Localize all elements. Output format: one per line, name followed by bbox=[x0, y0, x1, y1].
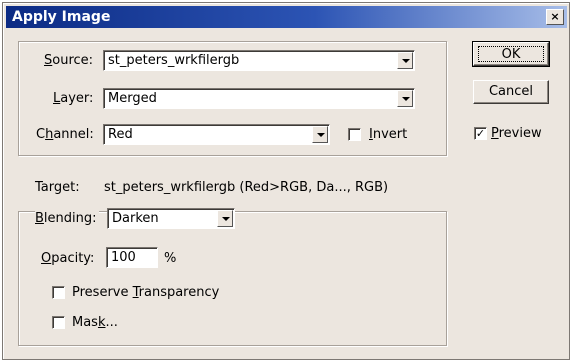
layer-select[interactable]: Merged bbox=[103, 88, 415, 109]
title-bar[interactable]: Apply Image × bbox=[6, 6, 567, 28]
layer-label: Layer: bbox=[53, 91, 94, 106]
opacity-value: 100 bbox=[111, 250, 136, 265]
chevron-down-icon[interactable] bbox=[397, 90, 413, 107]
close-button[interactable]: × bbox=[546, 9, 564, 25]
channel-value: Red bbox=[108, 127, 133, 142]
source-value: st_peters_wrkfilergb bbox=[108, 53, 240, 68]
apply-image-dialog: Apply Image × Source: st_peters_wrkfiler… bbox=[2, 2, 570, 360]
invert-label[interactable]: Invert bbox=[369, 127, 407, 142]
target-value: st_peters_wrkfilergb (Red>RGB, Da..., RG… bbox=[104, 180, 389, 195]
source-label: Source: bbox=[44, 53, 94, 68]
source-select[interactable]: st_peters_wrkfilergb bbox=[103, 50, 415, 71]
mask-checkbox[interactable] bbox=[52, 316, 65, 329]
invert-checkbox[interactable] bbox=[348, 128, 361, 141]
dialog-title: Apply Image bbox=[12, 9, 111, 25]
target-label: Target: bbox=[35, 180, 80, 195]
preserve-transparency-checkbox[interactable] bbox=[52, 286, 65, 299]
ok-button-label: OK bbox=[478, 46, 544, 62]
layer-value: Merged bbox=[108, 91, 157, 106]
channel-label: Channel: bbox=[36, 127, 94, 142]
chevron-down-icon[interactable] bbox=[397, 52, 413, 69]
ok-button[interactable]: OK bbox=[472, 41, 550, 67]
channel-select[interactable]: Red bbox=[103, 124, 330, 145]
opacity-label: Opacity: bbox=[41, 251, 95, 266]
opacity-unit: % bbox=[164, 251, 177, 266]
mask-label[interactable]: Mask... bbox=[72, 315, 118, 330]
blending-value: Darken bbox=[112, 211, 159, 226]
blending-label: Blending: bbox=[35, 211, 99, 226]
preview-checkbox[interactable]: ✓ bbox=[474, 127, 487, 140]
chevron-down-icon[interactable] bbox=[312, 126, 328, 143]
blending-select[interactable]: Darken bbox=[107, 208, 235, 229]
chevron-down-icon[interactable] bbox=[217, 210, 233, 227]
preview-label[interactable]: Preview bbox=[491, 126, 542, 141]
preserve-transparency-label[interactable]: Preserve Transparency bbox=[72, 285, 219, 300]
opacity-input[interactable]: 100 bbox=[106, 247, 158, 268]
cancel-button[interactable]: Cancel bbox=[473, 80, 549, 104]
